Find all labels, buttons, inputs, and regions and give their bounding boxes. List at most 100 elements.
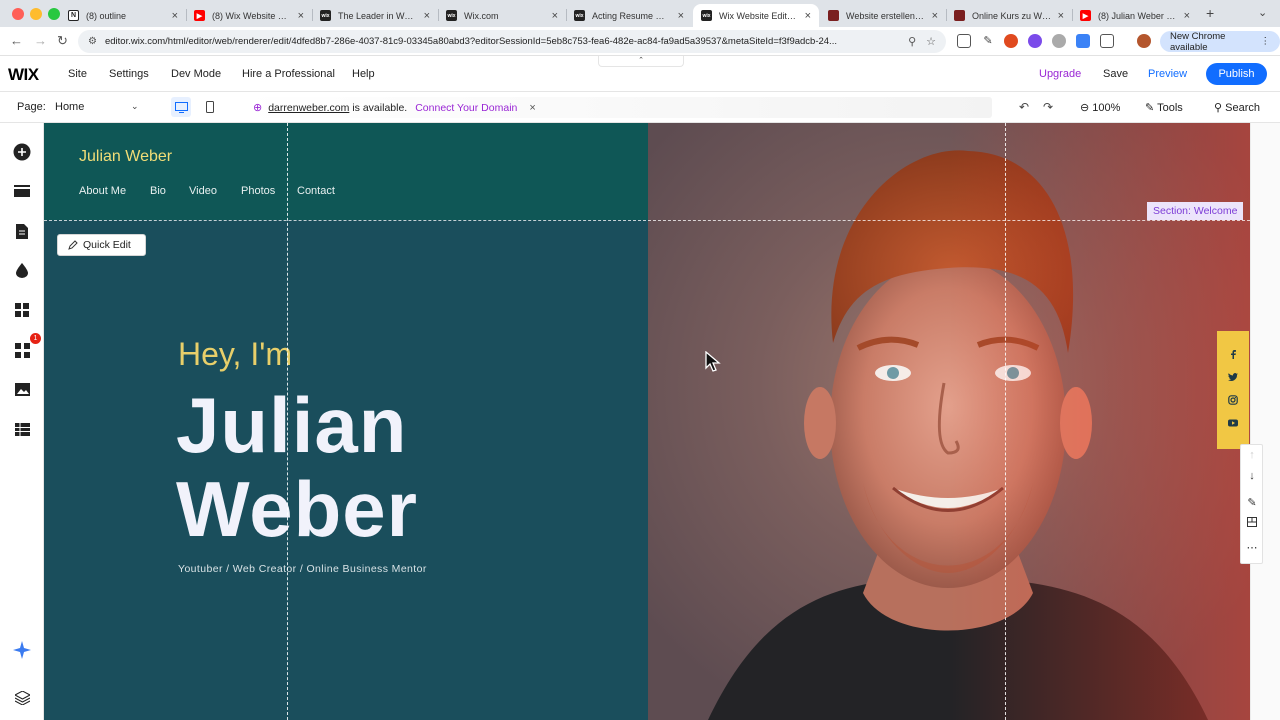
close-tab-icon[interactable]: × xyxy=(298,10,304,22)
forward-arrow-icon[interactable]: → xyxy=(34,33,47,48)
browser-tab-active[interactable]: wix Wix Website Editor | × xyxy=(693,4,819,27)
move-section-down-icon[interactable]: ↓ xyxy=(1246,470,1258,482)
instagram-icon[interactable] xyxy=(1228,395,1238,405)
close-window-button[interactable] xyxy=(12,8,24,20)
minimize-window-button[interactable] xyxy=(30,8,42,20)
menu-settings[interactable]: Settings xyxy=(109,68,149,80)
desktop-view-button[interactable] xyxy=(171,97,191,117)
screenshot-extension-icon[interactable] xyxy=(957,34,971,48)
browser-tab[interactable]: wix Acting Resume Website × xyxy=(566,4,692,27)
facebook-icon[interactable] xyxy=(1228,349,1238,359)
cms-button[interactable] xyxy=(12,419,32,439)
site-info-icon[interactable]: ⚙ xyxy=(88,36,97,47)
new-chrome-available-button[interactable]: New Chrome available ⋮ xyxy=(1160,31,1280,53)
hero-last-name[interactable]: Weber xyxy=(176,470,418,548)
hero-greeting[interactable]: Hey, I'm xyxy=(178,336,292,373)
quick-edit-button[interactable]: Quick Edit xyxy=(57,234,146,256)
maximize-window-button[interactable] xyxy=(48,8,60,20)
close-tab-icon[interactable]: × xyxy=(172,10,178,22)
undo-icon[interactable]: ↶ xyxy=(1019,100,1029,114)
blue-extension-icon[interactable] xyxy=(1076,34,1090,48)
browser-tab[interactable]: N (8) outline × xyxy=(60,4,186,27)
ai-tools-button[interactable] xyxy=(12,640,32,660)
add-apps-button[interactable] xyxy=(12,300,32,320)
search-button[interactable]: ⚲ Search xyxy=(1214,101,1260,114)
close-tab-icon[interactable]: × xyxy=(932,10,938,22)
back-arrow-icon[interactable]: ← xyxy=(10,33,23,48)
record-extension-icon[interactable] xyxy=(1004,34,1018,48)
tab-search-chevron-icon[interactable]: ⌄ xyxy=(1258,6,1267,19)
zoom-lens-icon[interactable]: ⚲ xyxy=(908,35,916,48)
move-section-up-icon[interactable]: ↑ xyxy=(1246,449,1258,461)
close-tab-icon[interactable]: × xyxy=(552,10,558,22)
browser-tab[interactable]: Online Kurs zu Wix, Webdesign × xyxy=(946,4,1072,27)
url-omnibox[interactable]: ⚙ editor.wix.com/html/editor/web/rendere… xyxy=(78,30,946,53)
extensions-puzzle-icon[interactable] xyxy=(1100,34,1114,48)
more-options-icon[interactable]: ⋯ xyxy=(1246,541,1258,554)
close-tab-icon[interactable]: × xyxy=(805,10,811,22)
mobile-view-button[interactable] xyxy=(200,97,220,117)
site-header-section[interactable]: Julian Weber About Me Bio Video Photos C… xyxy=(44,123,648,220)
tab-title: Online Kurs zu Wix, Webdesign xyxy=(972,10,1052,21)
menu-dev-mode[interactable]: Dev Mode xyxy=(171,68,221,80)
close-tab-icon[interactable]: × xyxy=(424,10,430,22)
browser-tab[interactable]: ▶ (8) Wix Website Tutorial × xyxy=(186,4,312,27)
wix-logo[interactable]: WIX xyxy=(8,65,39,85)
save-button[interactable]: Save xyxy=(1103,68,1128,80)
domain-name[interactable]: darrenweber.com xyxy=(268,102,349,114)
browser-tab[interactable]: ▶ (8) Julian Weber - YouTube × xyxy=(1072,4,1198,27)
close-tab-icon[interactable]: × xyxy=(1184,10,1190,22)
reload-icon[interactable]: ↻ xyxy=(57,33,68,49)
chevron-down-icon[interactable]: ⌄ xyxy=(131,101,139,112)
redo-icon[interactable]: ↷ xyxy=(1043,100,1053,114)
add-section-button[interactable] xyxy=(12,181,32,201)
connect-domain-link[interactable]: Connect Your Domain xyxy=(415,102,517,114)
menu-help[interactable]: Help xyxy=(352,68,375,80)
page-select[interactable]: Home xyxy=(55,101,84,113)
close-tab-icon[interactable]: × xyxy=(1058,10,1064,22)
youtube-icon: ▶ xyxy=(1080,10,1091,21)
hero-subtitle[interactable]: Youtuber / Web Creator / Online Business… xyxy=(178,563,427,575)
preview-button[interactable]: Preview xyxy=(1148,68,1187,80)
collapse-topbar-chevron-icon[interactable]: ⌃ xyxy=(598,56,684,67)
nav-video[interactable]: Video xyxy=(189,185,217,197)
social-bar[interactable] xyxy=(1217,331,1249,449)
zoom-control[interactable]: ⊖ 100% xyxy=(1080,101,1120,114)
menu-hire-professional[interactable]: Hire a Professional xyxy=(242,68,335,80)
upgrade-button[interactable]: Upgrade xyxy=(1039,68,1081,80)
profile-avatar[interactable] xyxy=(1137,34,1151,48)
url-text[interactable]: editor.wix.com/html/editor/web/renderer/… xyxy=(105,36,898,47)
close-tab-icon[interactable]: × xyxy=(678,10,684,22)
close-icon[interactable]: × xyxy=(529,102,535,114)
grey-extension-icon[interactable] xyxy=(1052,34,1066,48)
site-name[interactable]: Julian Weber xyxy=(79,148,172,166)
business-tools-button[interactable] xyxy=(12,340,32,360)
editor-canvas[interactable]: Julian Weber About Me Bio Video Photos C… xyxy=(44,123,1280,720)
browser-tab[interactable]: wix The Leader in Website Creation × xyxy=(312,4,438,27)
publish-button[interactable]: Publish xyxy=(1206,63,1267,85)
section-layout-icon[interactable] xyxy=(1246,516,1258,528)
layers-button[interactable] xyxy=(12,688,32,708)
add-elements-button[interactable] xyxy=(12,142,32,162)
pages-menu-button[interactable] xyxy=(12,221,32,241)
pen-extension-icon[interactable]: ✎ xyxy=(981,34,995,48)
menu-site[interactable]: Site xyxy=(68,68,87,80)
browser-tab[interactable]: Website erstellen mit Wix × xyxy=(820,4,946,27)
media-button[interactable] xyxy=(12,379,32,399)
hero-first-name[interactable]: Julian xyxy=(176,386,407,464)
nav-about-me[interactable]: About Me xyxy=(79,185,126,197)
browser-tab[interactable]: wix Wix.com × xyxy=(438,4,566,27)
edit-section-pencil-icon[interactable]: ✎ xyxy=(1246,496,1258,509)
twitter-icon[interactable] xyxy=(1228,372,1238,382)
site-design-button[interactable] xyxy=(12,260,32,280)
nav-bio[interactable]: Bio xyxy=(150,185,166,197)
nav-photos[interactable]: Photos xyxy=(241,185,275,197)
section-name-tag[interactable]: Section: Welcome xyxy=(1147,202,1244,220)
quick-edit-label: Quick Edit xyxy=(83,239,131,251)
bookmark-star-icon[interactable]: ☆ xyxy=(926,35,936,48)
youtube-icon[interactable] xyxy=(1228,418,1238,428)
nav-contact[interactable]: Contact xyxy=(297,185,335,197)
new-tab-icon[interactable]: + xyxy=(1206,5,1214,21)
ai-extension-icon[interactable] xyxy=(1028,34,1042,48)
tools-button[interactable]: ✎ Tools xyxy=(1145,101,1183,114)
